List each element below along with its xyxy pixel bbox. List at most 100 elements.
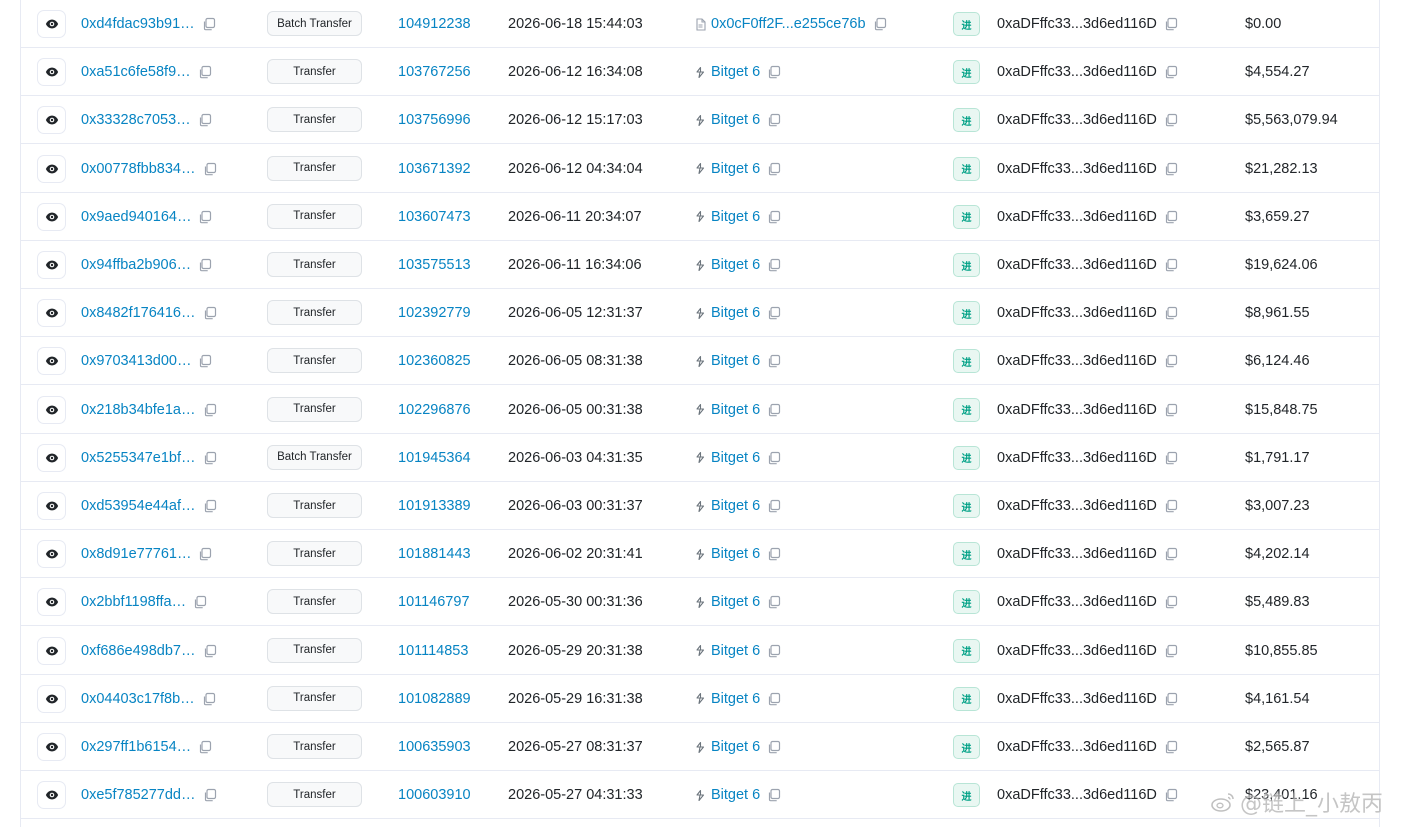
copy-icon[interactable]: [1164, 740, 1178, 754]
tx-hash-link[interactable]: 0x8d91e77761…: [81, 546, 191, 562]
from-address-link[interactable]: Bitget 6: [711, 353, 760, 369]
copy-icon[interactable]: [767, 451, 781, 465]
view-details-button[interactable]: [37, 58, 66, 87]
tx-hash-link[interactable]: 0x2bbf1198ffa…: [81, 594, 186, 610]
view-details-button[interactable]: [37, 106, 66, 135]
view-details-button[interactable]: [37, 443, 66, 472]
copy-icon[interactable]: [873, 17, 887, 31]
copy-icon[interactable]: [1164, 499, 1178, 513]
tx-hash-link[interactable]: 0x04403c17f8b…: [81, 691, 195, 707]
view-details-button[interactable]: [37, 540, 66, 569]
copy-icon[interactable]: [1164, 644, 1178, 658]
copy-icon[interactable]: [203, 788, 217, 802]
copy-icon[interactable]: [767, 210, 781, 224]
from-address-link[interactable]: Bitget 6: [711, 257, 760, 273]
tx-hash-link[interactable]: 0x5255347e1bf…: [81, 450, 196, 466]
copy-icon[interactable]: [767, 547, 781, 561]
copy-icon[interactable]: [198, 210, 212, 224]
block-link[interactable]: 102392779: [398, 305, 471, 321]
copy-icon[interactable]: [1164, 547, 1178, 561]
from-address-link[interactable]: Bitget 6: [711, 161, 760, 177]
copy-icon[interactable]: [193, 595, 207, 609]
copy-icon[interactable]: [767, 644, 781, 658]
tx-hash-link[interactable]: 0xa51c6fe58f9…: [81, 64, 191, 80]
copy-icon[interactable]: [203, 162, 217, 176]
copy-icon[interactable]: [1164, 788, 1178, 802]
block-link[interactable]: 103767256: [398, 64, 471, 80]
copy-icon[interactable]: [1164, 162, 1178, 176]
from-address-link[interactable]: 0x0cF0ff2F...e255ce76b: [711, 16, 866, 32]
copy-icon[interactable]: [198, 258, 212, 272]
from-address-link[interactable]: Bitget 6: [711, 546, 760, 562]
tx-hash-link[interactable]: 0x218b34bfe1a…: [81, 402, 196, 418]
from-address-link[interactable]: Bitget 6: [711, 787, 760, 803]
from-address-link[interactable]: Bitget 6: [711, 691, 760, 707]
tx-hash-link[interactable]: 0x00778fbb834…: [81, 161, 196, 177]
tx-hash-link[interactable]: 0xf686e498db7…: [81, 643, 196, 659]
view-details-button[interactable]: [37, 10, 66, 38]
copy-icon[interactable]: [198, 113, 212, 127]
block-link[interactable]: 101114853: [398, 643, 468, 659]
copy-icon[interactable]: [1164, 258, 1178, 272]
from-address-link[interactable]: Bitget 6: [711, 305, 760, 321]
copy-icon[interactable]: [198, 65, 212, 79]
from-address-link[interactable]: Bitget 6: [711, 112, 760, 128]
from-address-link[interactable]: Bitget 6: [711, 594, 760, 610]
tx-hash-link[interactable]: 0x9aed940164…: [81, 209, 191, 225]
view-details-button[interactable]: [37, 492, 66, 520]
copy-icon[interactable]: [1164, 210, 1178, 224]
block-link[interactable]: 101913389: [398, 498, 471, 514]
view-details-button[interactable]: [37, 154, 66, 183]
block-link[interactable]: 102360825: [398, 353, 471, 369]
from-address-link[interactable]: Bitget 6: [711, 64, 760, 80]
from-address-link[interactable]: Bitget 6: [711, 450, 760, 466]
block-link[interactable]: 100635903: [398, 739, 471, 755]
copy-icon[interactable]: [767, 65, 781, 79]
copy-icon[interactable]: [767, 162, 781, 176]
from-address-link[interactable]: Bitget 6: [711, 209, 760, 225]
copy-icon[interactable]: [203, 644, 217, 658]
tx-hash-link[interactable]: 0x8482f176416…: [81, 305, 196, 321]
copy-icon[interactable]: [767, 403, 781, 417]
from-address-link[interactable]: Bitget 6: [711, 402, 760, 418]
copy-icon[interactable]: [202, 17, 216, 31]
block-link[interactable]: 101881443: [398, 546, 471, 562]
block-link[interactable]: 102296876: [398, 402, 471, 418]
from-address-link[interactable]: Bitget 6: [711, 643, 760, 659]
copy-icon[interactable]: [1164, 354, 1178, 368]
copy-icon[interactable]: [202, 692, 216, 706]
copy-icon[interactable]: [198, 740, 212, 754]
copy-icon[interactable]: [1164, 403, 1178, 417]
copy-icon[interactable]: [203, 306, 217, 320]
from-address-link[interactable]: Bitget 6: [711, 739, 760, 755]
view-details-button[interactable]: [37, 588, 66, 617]
copy-icon[interactable]: [203, 403, 217, 417]
view-details-button[interactable]: [37, 299, 66, 328]
view-details-button[interactable]: [37, 781, 66, 810]
copy-icon[interactable]: [1164, 306, 1178, 320]
tx-hash-link[interactable]: 0xe5f785277dd…: [81, 787, 196, 803]
block-link[interactable]: 101082889: [398, 691, 471, 707]
copy-icon[interactable]: [198, 547, 212, 561]
copy-icon[interactable]: [767, 740, 781, 754]
block-link[interactable]: 103607473: [398, 209, 471, 225]
block-link[interactable]: 103575513: [398, 257, 471, 273]
tx-hash-link[interactable]: 0x9703413d00…: [81, 353, 191, 369]
tx-hash-link[interactable]: 0x33328c7053…: [81, 112, 191, 128]
copy-icon[interactable]: [767, 595, 781, 609]
view-details-button[interactable]: [37, 347, 66, 376]
block-link[interactable]: 104912238: [398, 16, 471, 32]
tx-hash-link[interactable]: 0x94ffba2b906…: [81, 257, 191, 273]
from-address-link[interactable]: Bitget 6: [711, 498, 760, 514]
copy-icon[interactable]: [767, 306, 781, 320]
copy-icon[interactable]: [767, 354, 781, 368]
copy-icon[interactable]: [203, 451, 217, 465]
copy-icon[interactable]: [767, 692, 781, 706]
block-link[interactable]: 103756996: [398, 112, 471, 128]
copy-icon[interactable]: [767, 113, 781, 127]
block-link[interactable]: 101146797: [398, 594, 470, 610]
copy-icon[interactable]: [1164, 692, 1178, 706]
copy-icon[interactable]: [1164, 595, 1178, 609]
view-details-button[interactable]: [37, 251, 66, 279]
copy-icon[interactable]: [1164, 17, 1178, 31]
